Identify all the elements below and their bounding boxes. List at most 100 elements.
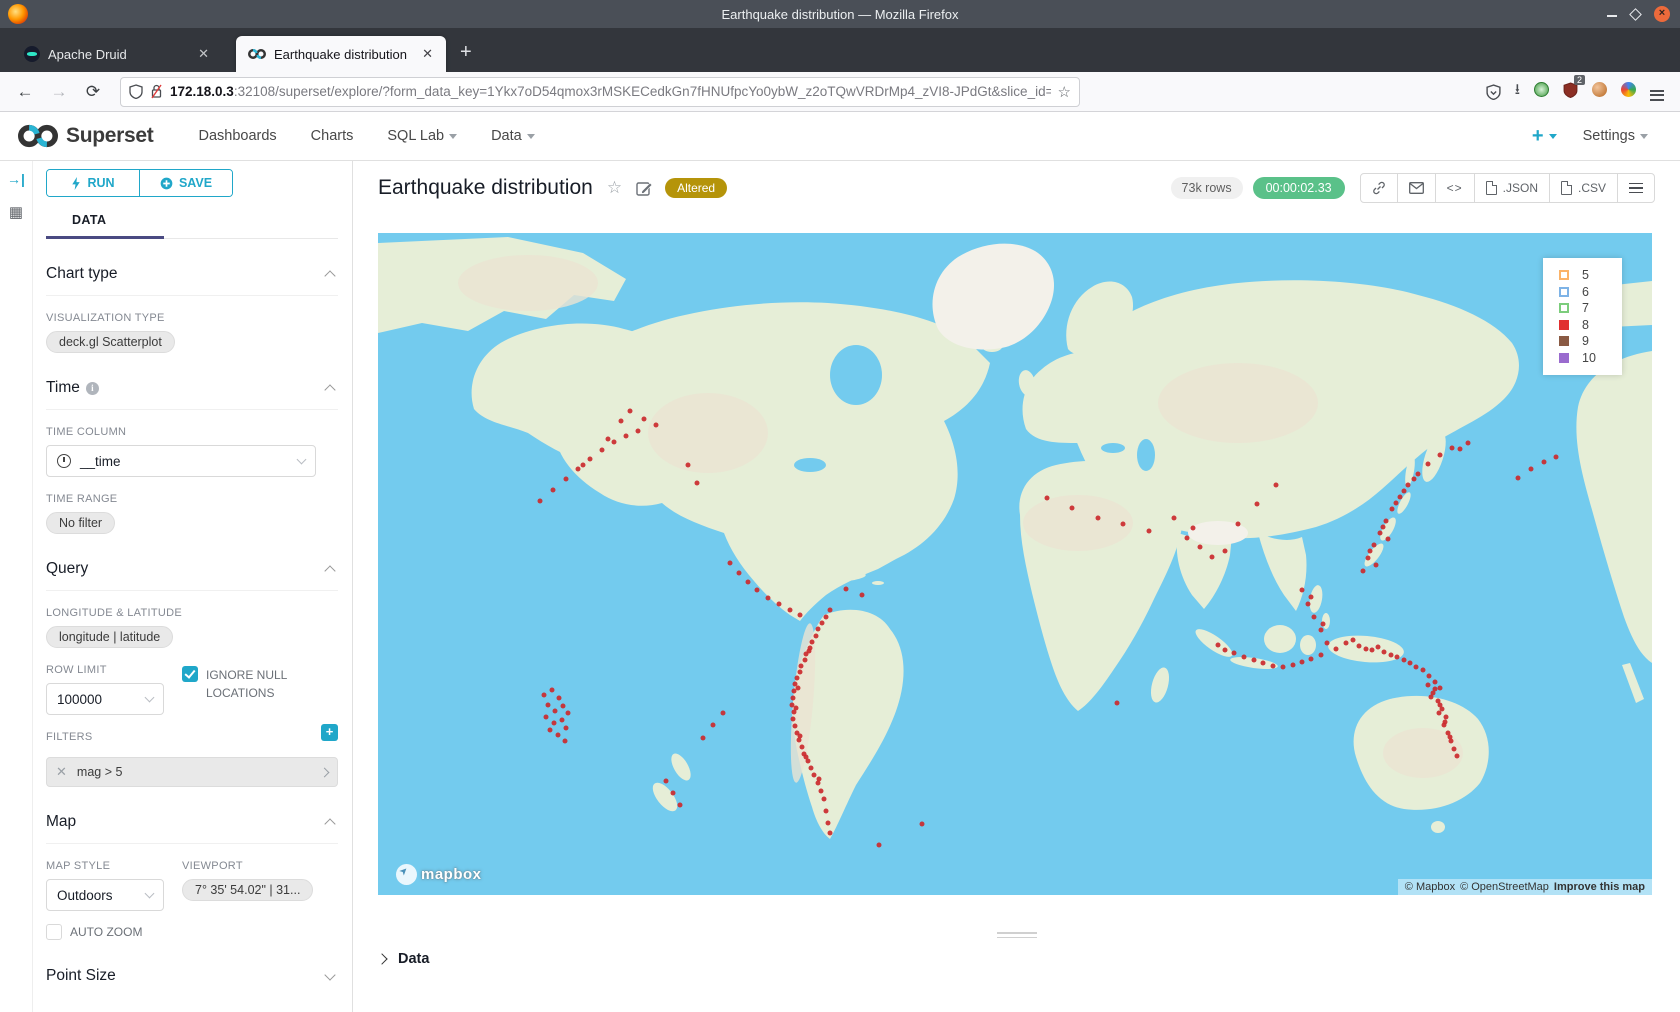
forward-icon[interactable]: → bbox=[44, 82, 74, 102]
chevron-up-icon bbox=[324, 565, 335, 576]
firefox-icon bbox=[8, 4, 28, 24]
earthquake-point bbox=[1429, 695, 1434, 700]
edit-icon[interactable] bbox=[636, 180, 653, 197]
reload-icon[interactable]: ⟳ bbox=[78, 82, 108, 102]
chart-menu-button[interactable] bbox=[1617, 173, 1655, 203]
remove-filter-icon[interactable]: ✕ bbox=[56, 764, 67, 780]
chevron-down-icon bbox=[449, 134, 457, 139]
new-tab-button[interactable]: + bbox=[460, 41, 472, 64]
earthquake-point bbox=[1274, 482, 1279, 487]
browser-toolbar: ← → ⟳ 172.18.0.3:32108/superset/explore/… bbox=[0, 72, 1680, 112]
superset-logo[interactable]: Superset bbox=[18, 123, 153, 149]
run-button[interactable]: RUN bbox=[47, 170, 139, 196]
favorite-star-icon[interactable]: ☆ bbox=[607, 178, 622, 198]
copy-link-button[interactable] bbox=[1360, 173, 1398, 203]
adblock-icon[interactable]: 2 bbox=[1563, 82, 1578, 102]
view-query-button[interactable]: <> bbox=[1435, 173, 1475, 203]
earthquake-point bbox=[600, 448, 605, 453]
dataset-grid-icon[interactable]: ▦ bbox=[9, 203, 23, 221]
email-button[interactable] bbox=[1397, 173, 1436, 203]
attribution-mapbox[interactable]: © Mapbox bbox=[1405, 881, 1455, 893]
shield-icon[interactable] bbox=[129, 84, 143, 99]
section-header[interactable]: Chart type bbox=[46, 265, 338, 296]
tab-apache-druid[interactable]: Apache Druid ✕ bbox=[12, 36, 222, 72]
export-json-button[interactable]: .JSON bbox=[1474, 173, 1550, 203]
earthquake-point bbox=[1300, 588, 1305, 593]
earthquake-point bbox=[920, 822, 925, 827]
nav-sql-lab[interactable]: SQL Lab bbox=[387, 128, 457, 144]
earthquake-point bbox=[678, 803, 683, 808]
add-new-button[interactable]: + bbox=[1532, 125, 1557, 148]
earthquake-point bbox=[1421, 668, 1426, 673]
bookmark-star-icon[interactable]: ☆ bbox=[1058, 83, 1071, 101]
settings-menu[interactable]: Settings bbox=[1583, 128, 1648, 144]
url-bar[interactable]: 172.18.0.3:32108/superset/explore/?form_… bbox=[120, 77, 1080, 107]
time-range-pill[interactable]: No filter bbox=[46, 512, 115, 534]
earthquake-point bbox=[564, 477, 569, 482]
earthquake-point bbox=[1216, 643, 1221, 648]
row-limit-label: ROW LIMIT bbox=[46, 664, 164, 676]
clock-icon bbox=[57, 454, 71, 468]
checkbox-unchecked-icon[interactable] bbox=[46, 924, 62, 940]
mapbox-logo[interactable]: mapbox bbox=[396, 864, 482, 885]
extension-pinwheel-icon[interactable] bbox=[1621, 82, 1636, 101]
viz-type-pill[interactable]: deck.gl Scatterplot bbox=[46, 331, 175, 353]
ignore-null-checkbox-row[interactable]: IGNORE NULL LOCATIONS bbox=[182, 666, 332, 702]
data-panel-toggle[interactable]: Data bbox=[378, 951, 429, 967]
tab-data[interactable]: DATA bbox=[72, 213, 106, 227]
nav-dashboards[interactable]: Dashboards bbox=[198, 128, 276, 144]
map-style-label: MAP STYLE bbox=[46, 860, 164, 872]
deckgl-map[interactable]: 5 6 7 8 9 10 mapbox © Mapbox © OpenStree… bbox=[378, 233, 1652, 895]
earthquake-point bbox=[1465, 441, 1470, 446]
downloads-icon[interactable]: ⭳ bbox=[1515, 79, 1520, 104]
earthquake-point bbox=[777, 602, 782, 607]
auto-zoom-checkbox-row[interactable]: AUTO ZOOM bbox=[46, 923, 338, 941]
nav-data[interactable]: Data bbox=[491, 128, 535, 144]
earthquake-point bbox=[1433, 686, 1438, 691]
earthquake-point bbox=[1370, 648, 1375, 653]
attribution-osm[interactable]: © OpenStreetMap bbox=[1460, 881, 1549, 893]
insecure-lock-icon[interactable] bbox=[150, 84, 163, 99]
legend-swatch bbox=[1559, 287, 1569, 297]
section-time: Timei TIME COLUMN __time TIME RANGE No f… bbox=[46, 379, 338, 534]
export-csv-button[interactable]: .CSV bbox=[1549, 173, 1618, 203]
section-header[interactable]: Map bbox=[46, 813, 338, 844]
save-button[interactable]: SAVE bbox=[139, 170, 232, 196]
earthquake-point bbox=[1235, 522, 1240, 527]
tab-close-icon[interactable]: ✕ bbox=[419, 46, 436, 62]
earthquake-point bbox=[816, 627, 821, 632]
collapse-panel-icon[interactable]: →| bbox=[7, 171, 25, 187]
panel-drag-handle[interactable] bbox=[997, 929, 1037, 941]
row-limit-select[interactable]: 100000 bbox=[46, 683, 164, 715]
menu-icon[interactable] bbox=[1650, 83, 1664, 100]
earthquake-point bbox=[1433, 680, 1438, 685]
add-filter-button[interactable]: + bbox=[321, 724, 338, 741]
section-header[interactable]: Query bbox=[46, 560, 338, 591]
tab-earthquake-distribution[interactable]: Earthquake distribution ✕ bbox=[236, 36, 446, 72]
section-header[interactable]: Timei bbox=[46, 379, 338, 410]
earthquake-point bbox=[820, 621, 825, 626]
lonlat-pill[interactable]: longitude | latitude bbox=[46, 626, 173, 648]
nav-charts[interactable]: Charts bbox=[311, 128, 354, 144]
section-header[interactable]: Point Size bbox=[46, 967, 338, 997]
back-icon[interactable]: ← bbox=[10, 82, 40, 102]
close-button[interactable]: × bbox=[1654, 6, 1670, 22]
time-column-select[interactable]: __time bbox=[46, 445, 316, 477]
earthquake-point bbox=[564, 726, 569, 731]
earthquake-point bbox=[548, 728, 553, 733]
viewport-pill[interactable]: 7° 35' 54.02" | 31... bbox=[182, 879, 313, 901]
earthquake-point bbox=[1255, 501, 1260, 506]
profile-icon[interactable] bbox=[1592, 82, 1607, 101]
tab-close-icon[interactable]: ✕ bbox=[195, 46, 212, 62]
minimize-button[interactable] bbox=[1607, 12, 1617, 17]
pocket-icon[interactable] bbox=[1486, 84, 1501, 100]
left-icon-rail: →| ▦ bbox=[0, 161, 32, 1012]
earthquake-point bbox=[1381, 525, 1386, 530]
maximize-button[interactable] bbox=[1629, 8, 1642, 21]
filter-pill[interactable]: ✕ mag > 5 bbox=[46, 757, 338, 787]
legend-row: 9 bbox=[1559, 333, 1622, 350]
extension-green-icon[interactable] bbox=[1534, 82, 1549, 101]
attribution-improve-link[interactable]: Improve this map bbox=[1554, 881, 1645, 893]
map-style-select[interactable]: Outdoors bbox=[46, 879, 164, 911]
checkbox-checked-icon[interactable] bbox=[182, 666, 198, 682]
